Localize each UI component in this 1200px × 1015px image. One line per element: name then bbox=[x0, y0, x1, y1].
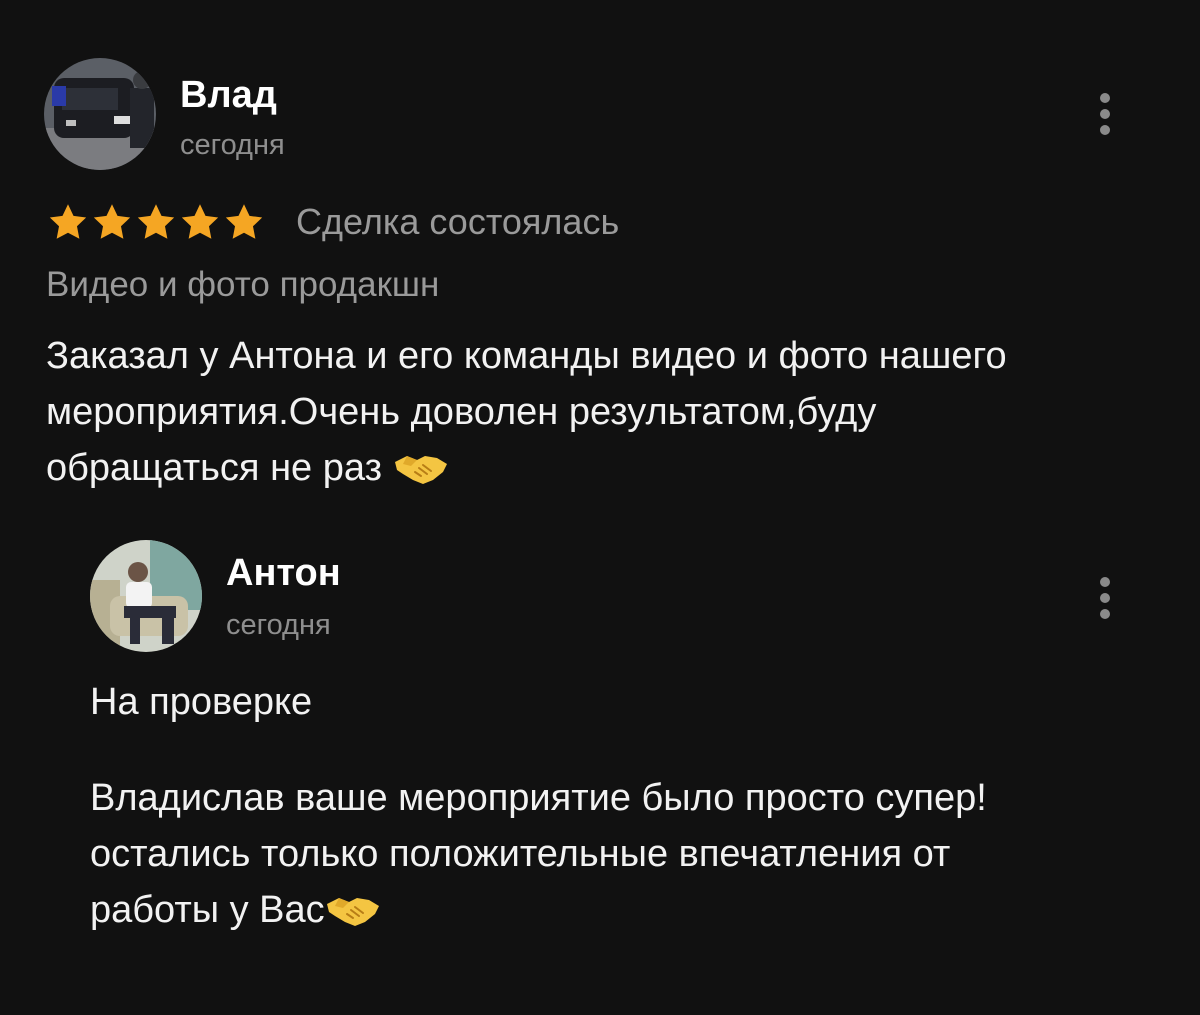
review-card: Влад сегодня Сделка состоялась Видео и ф… bbox=[0, 0, 1200, 1015]
deal-status: Сделка состоялась bbox=[296, 201, 620, 242]
review-text: Заказал у Антона и его команды видео и ф… bbox=[46, 328, 1166, 502]
star-icon bbox=[178, 201, 222, 245]
more-vertical-icon[interactable] bbox=[1093, 577, 1117, 621]
replier-avatar[interactable] bbox=[90, 540, 202, 652]
star-icon bbox=[90, 201, 134, 245]
reply-text-line-content: работы у Вас bbox=[90, 889, 325, 930]
reply-text: Владислав ваше мероприятие было просто с… bbox=[90, 770, 1170, 930]
star-icon bbox=[46, 201, 90, 245]
reply-text-line: Владислав ваше мероприятие было просто с… bbox=[90, 777, 987, 819]
star-icon bbox=[222, 201, 266, 245]
rating-stars bbox=[46, 200, 266, 246]
handshake-icon bbox=[393, 446, 449, 502]
reply-date: сегодня bbox=[226, 609, 331, 641]
review-date: сегодня bbox=[180, 129, 285, 161]
review-text-line: мероприятия.Очень доволен результатом,бу… bbox=[46, 391, 877, 433]
review-text-line-content: обращаться не раз bbox=[46, 447, 383, 489]
review-text-line: Заказал у Антона и его команды видео и ф… bbox=[46, 335, 1007, 377]
star-icon bbox=[134, 201, 178, 245]
more-vertical-icon[interactable] bbox=[1093, 93, 1117, 137]
review-text-line: обращаться не раз bbox=[46, 440, 1166, 502]
reviewer-name[interactable]: Влад bbox=[180, 76, 277, 114]
replier-name[interactable]: Антон bbox=[226, 554, 341, 592]
reviewer-avatar[interactable] bbox=[44, 58, 156, 170]
reply-text-line: работы у Вас bbox=[90, 882, 1170, 930]
service-category: Видео и фото продакшн bbox=[46, 265, 440, 304]
reply-text-line: остались только положительные впечатлени… bbox=[90, 833, 951, 875]
handshake-icon bbox=[325, 888, 381, 930]
reply-status: На проверке bbox=[90, 681, 313, 723]
